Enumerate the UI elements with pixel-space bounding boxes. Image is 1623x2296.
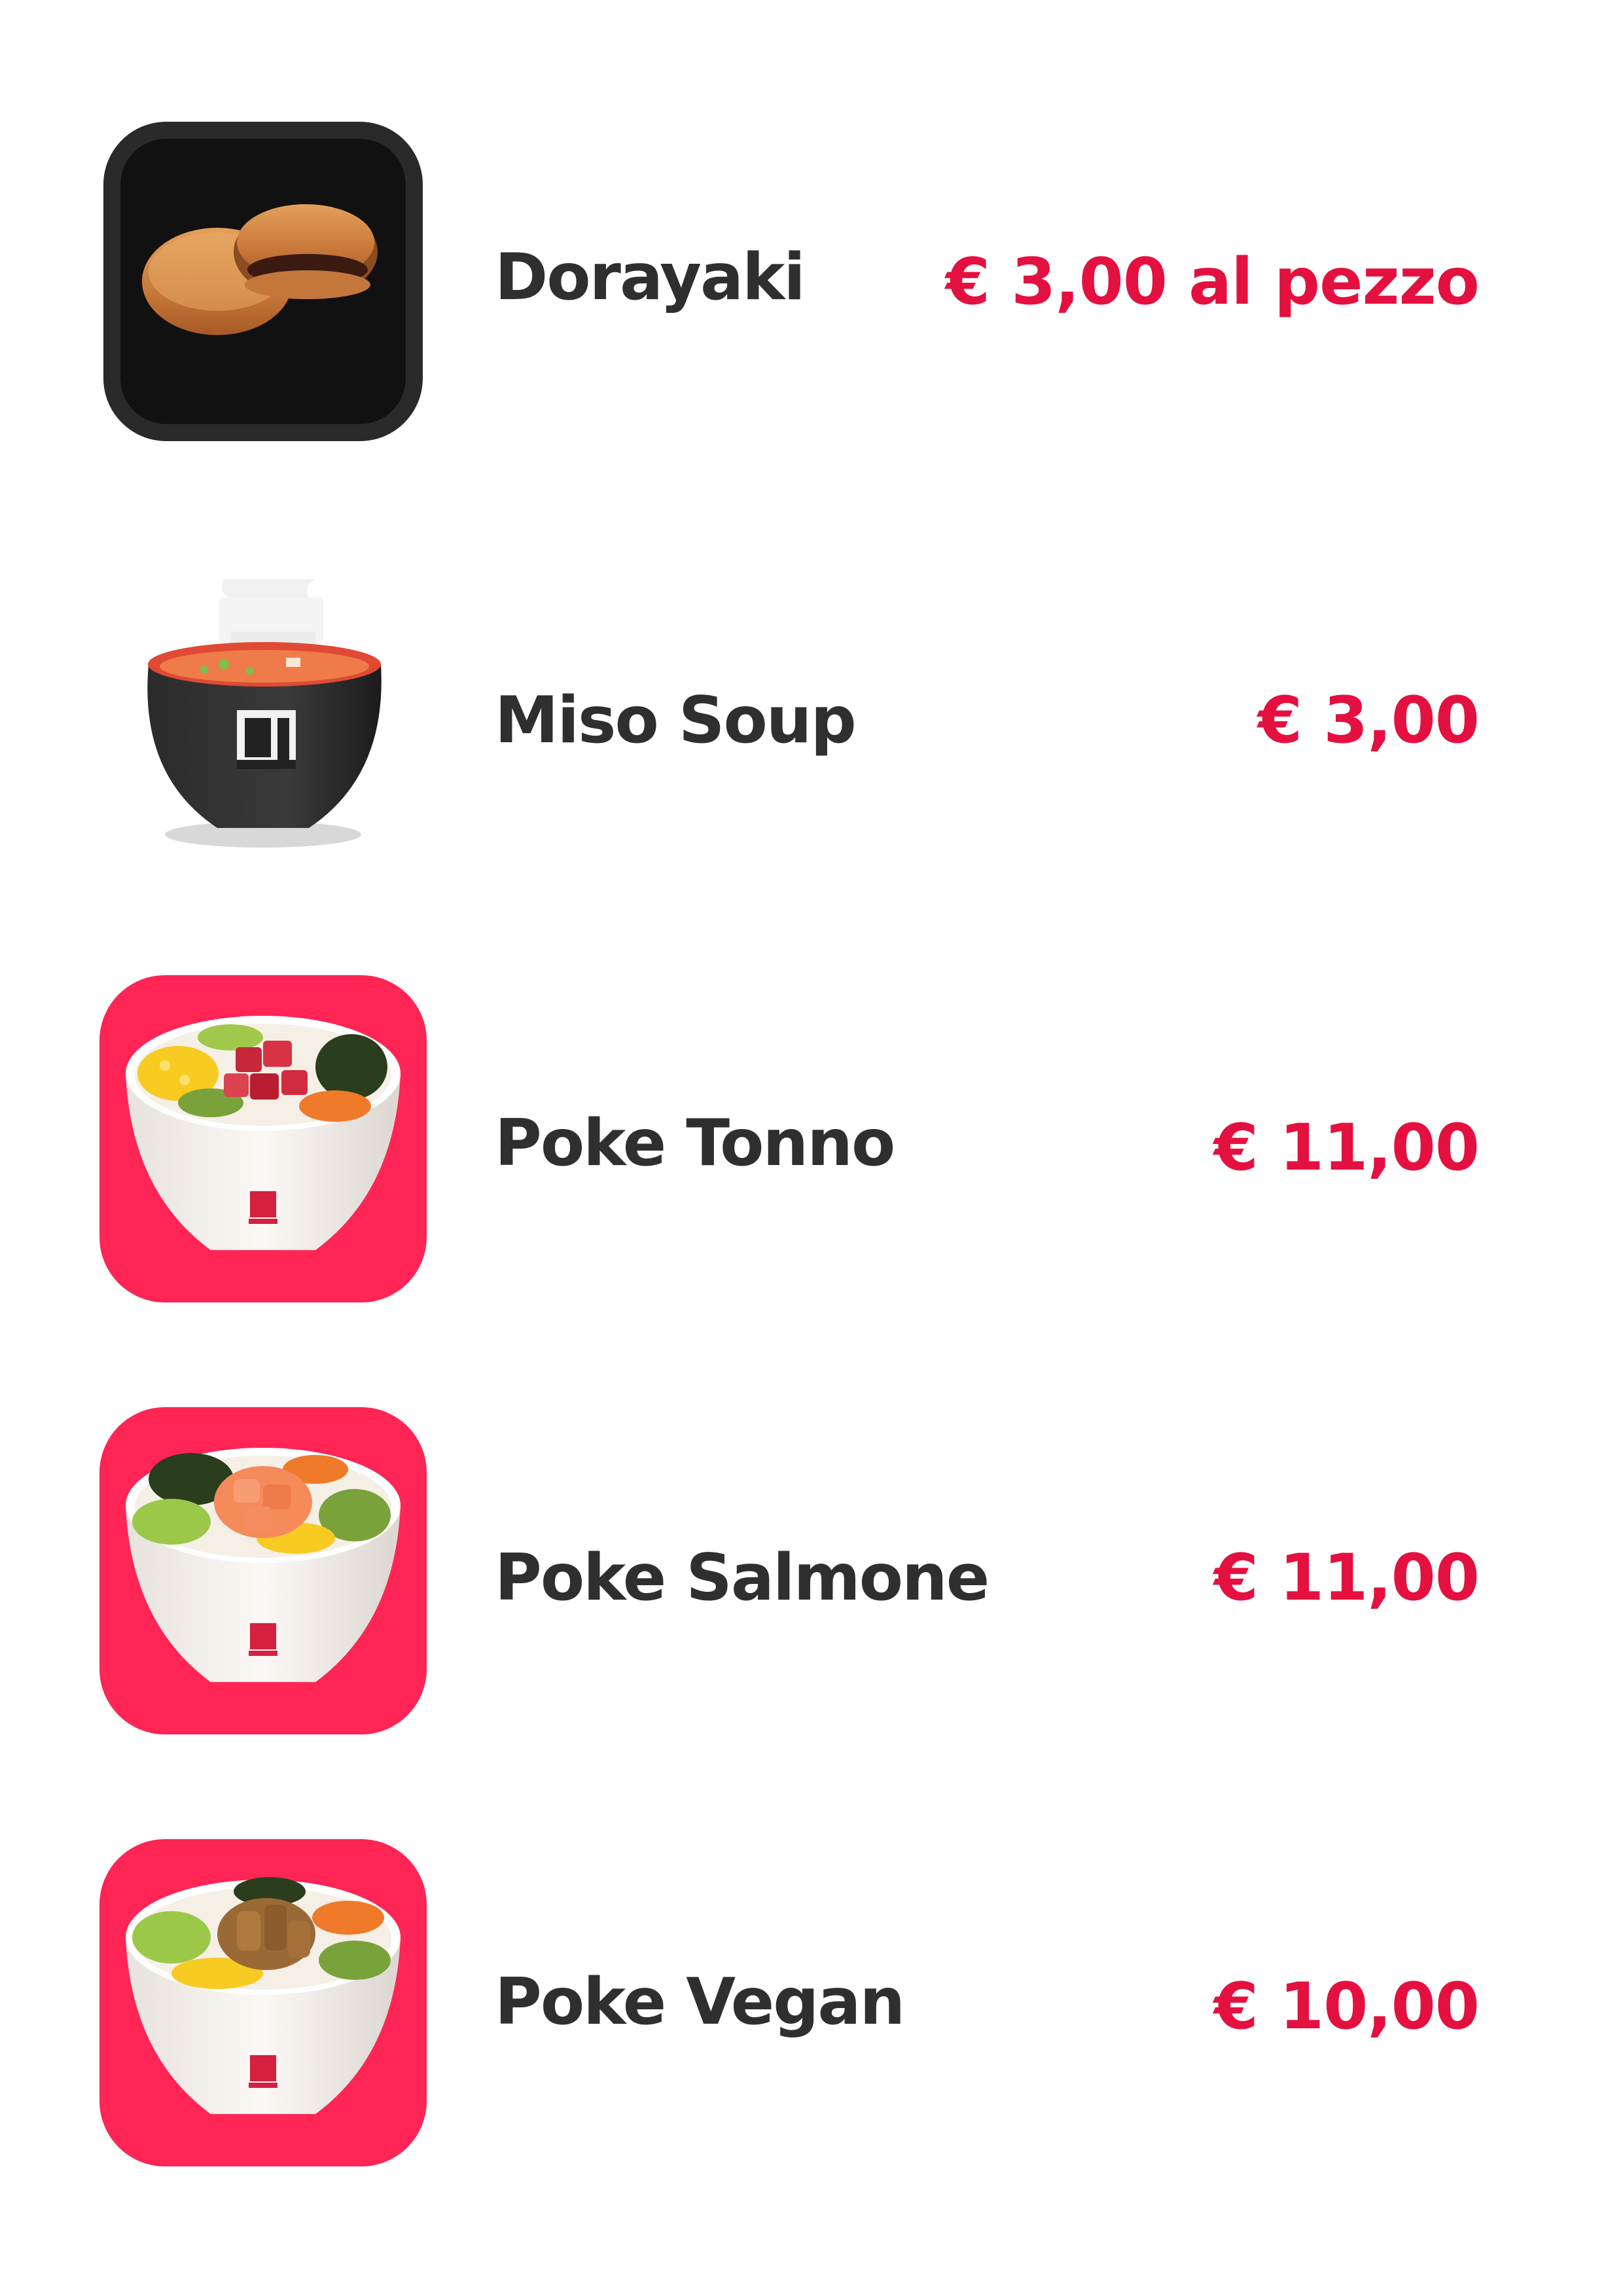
item-price: € 10,00 <box>1213 1969 1480 2044</box>
item-name: Poke Salmone <box>495 1541 990 1615</box>
miso-soup-icon <box>99 560 427 887</box>
item-name: Poke Vegan <box>495 1965 905 2039</box>
poke-tonno-icon <box>99 975 427 1302</box>
menu-item-dorayaki[interactable]: Dorayaki € 3,00 al pezzo <box>0 111 1623 452</box>
dorayaki-icon <box>99 118 427 445</box>
menu-item-poke-salmone[interactable]: Poke Salmone € 11,00 <box>0 1407 1623 1748</box>
menu-item-poke-vegan[interactable]: Poke Vegan € 10,00 <box>0 1839 1623 2179</box>
item-price: € 3,00 al pezzo <box>945 245 1480 319</box>
item-price: € 11,00 <box>1213 1541 1480 1615</box>
item-name: Miso Soup <box>495 683 857 758</box>
poke-vegan-icon <box>99 1839 427 2166</box>
item-price: € 11,00 <box>1213 1111 1480 1185</box>
menu-item-miso-soup[interactable]: Miso Soup € 3,00 <box>0 560 1623 900</box>
menu-item-poke-tonno[interactable]: Poke Tonno € 11,00 <box>0 975 1623 1316</box>
poke-salmone-icon <box>99 1407 427 1734</box>
item-name: Dorayaki <box>495 240 806 315</box>
item-price: € 3,00 <box>1257 683 1480 758</box>
item-name: Poke Tonno <box>495 1106 895 1181</box>
